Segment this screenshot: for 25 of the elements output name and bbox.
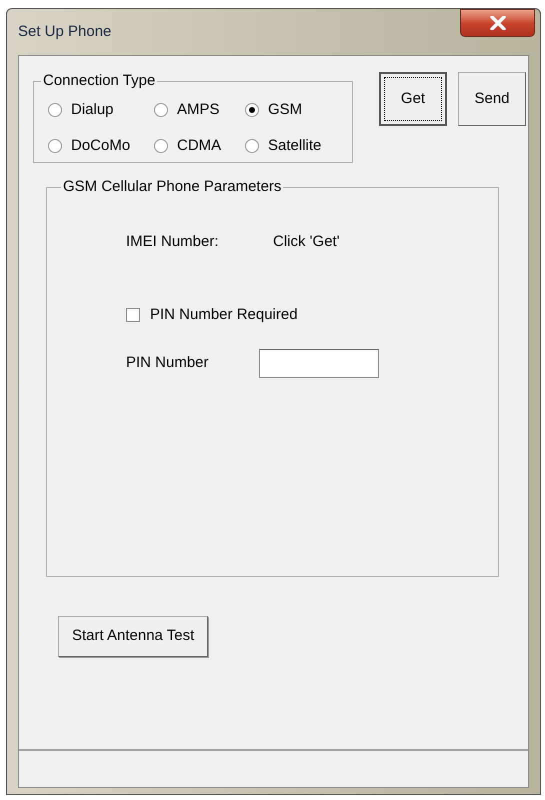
dialog-button[interactable]: Send <box>458 72 526 126</box>
pin-number-label: PIN Number <box>126 353 210 374</box>
close-icon <box>490 16 506 30</box>
imei-value: Click 'Get' <box>273 232 340 252</box>
radio-button[interactable] <box>154 103 168 118</box>
radio-button[interactable] <box>48 103 62 118</box>
radio-option[interactable]: GSM <box>245 99 355 122</box>
checkbox[interactable] <box>126 308 140 322</box>
start-antenna-test-button[interactable]: Start Antenna Test <box>58 616 208 657</box>
radio-option[interactable]: Satellite <box>245 134 355 157</box>
pin-required-checkbox-label[interactable]: PIN Number Required <box>126 304 298 326</box>
radio-option[interactable]: Dialup <box>48 99 154 122</box>
imei-label: IMEI Number: <box>126 232 220 252</box>
radio-button[interactable] <box>48 138 62 153</box>
window-title: Set Up Phone <box>18 22 112 42</box>
radio-option[interactable]: AMPS <box>154 99 245 122</box>
group-label: Connection Type <box>41 71 158 91</box>
radio-option[interactable]: DoCoMo <box>48 134 154 157</box>
pin-number-field[interactable] <box>259 349 379 378</box>
radio-button[interactable] <box>154 138 168 153</box>
close-button[interactable] <box>460 9 535 37</box>
radio-option[interactable]: CDMA <box>154 134 245 157</box>
radio-button[interactable] <box>245 103 259 118</box>
radio-button[interactable] <box>245 138 259 153</box>
dialog-button[interactable]: Get <box>379 72 447 126</box>
